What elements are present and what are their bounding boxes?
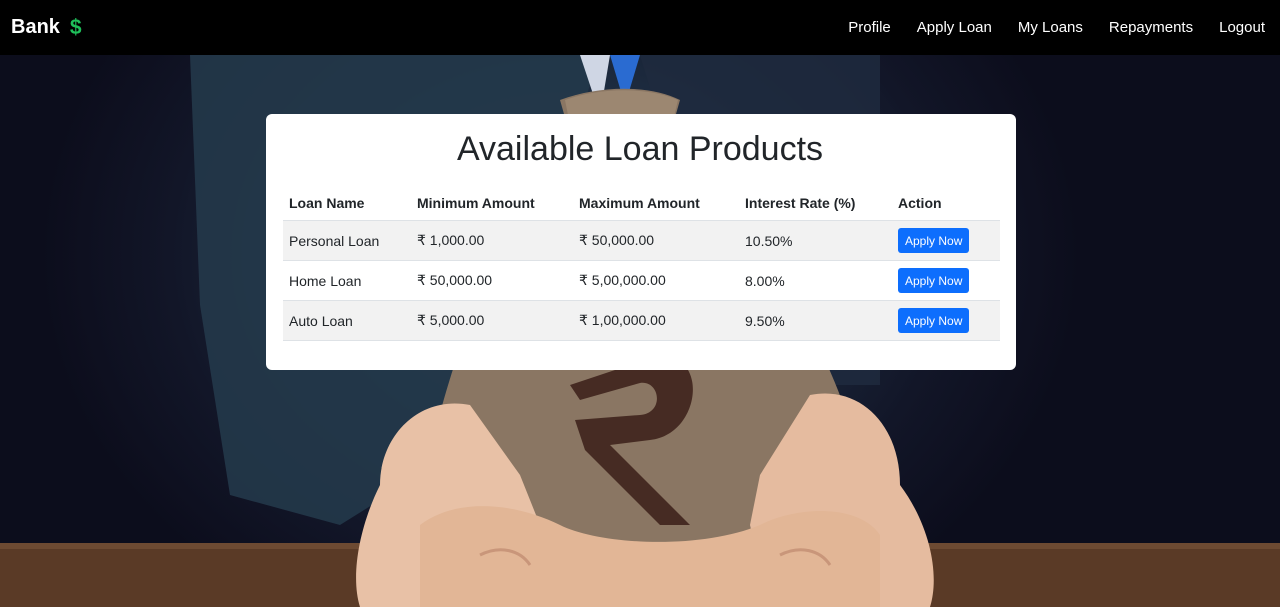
action-cell: Apply Now bbox=[892, 300, 1000, 341]
nav-link-logout[interactable]: Logout bbox=[1219, 19, 1265, 36]
maximum-amount-cell: ₹ 1,00,000.00 bbox=[573, 300, 739, 341]
action-cell: Apply Now bbox=[892, 220, 1000, 261]
loan-name-cell: Auto Loan bbox=[283, 300, 411, 341]
minimum-amount-cell: ₹ 50,000.00 bbox=[411, 260, 573, 301]
header-loan-name: Loan Name bbox=[283, 186, 411, 221]
minimum-amount-cell: ₹ 5,000.00 bbox=[411, 300, 573, 341]
header-minimum-amount: Minimum Amount bbox=[411, 186, 573, 221]
brand-name: Bank bbox=[11, 16, 60, 38]
table-row: Personal Loan ₹ 1,000.00 ₹ 50,000.00 10.… bbox=[283, 220, 1000, 261]
dollar-icon: $ bbox=[69, 15, 82, 39]
nav-link-apply-loan[interactable]: Apply Loan bbox=[917, 19, 992, 36]
interest-rate-cell: 8.00% bbox=[739, 260, 892, 301]
table-row: Home Loan ₹ 50,000.00 ₹ 5,00,000.00 8.00… bbox=[283, 260, 1000, 301]
page-title: Available Loan Products bbox=[456, 130, 824, 168]
apply-now-button-personal-loan[interactable]: Apply Now bbox=[898, 228, 970, 253]
top-navbar: Bank $ Profile Apply Loan My Loans Repay… bbox=[0, 0, 1280, 55]
apply-now-button-home-loan[interactable]: Apply Now bbox=[898, 268, 970, 293]
nav-link-my-loans[interactable]: My Loans bbox=[1018, 19, 1083, 36]
interest-rate-cell: 10.50% bbox=[739, 220, 892, 261]
action-cell: Apply Now bbox=[892, 260, 1000, 301]
loan-name-cell: Personal Loan bbox=[283, 220, 411, 261]
apply-now-button-auto-loan[interactable]: Apply Now bbox=[898, 308, 970, 333]
nav-link-repayments[interactable]: Repayments bbox=[1109, 19, 1193, 36]
header-interest-rate: Interest Rate (%) bbox=[739, 186, 892, 221]
maximum-amount-cell: ₹ 50,000.00 bbox=[573, 220, 739, 261]
loan-products-table: Loan Name Minimum Amount Maximum Amount … bbox=[283, 186, 1000, 341]
header-action: Action bbox=[892, 186, 1000, 221]
table-row: Auto Loan ₹ 5,000.00 ₹ 1,00,000.00 9.50%… bbox=[283, 300, 1000, 341]
interest-rate-cell: 9.50% bbox=[739, 300, 892, 341]
brand-logo[interactable]: Bank $ bbox=[11, 0, 82, 55]
minimum-amount-cell: ₹ 1,000.00 bbox=[411, 220, 573, 261]
nav-link-profile[interactable]: Profile bbox=[848, 19, 891, 36]
nav-links: Profile Apply Loan My Loans Repayments L… bbox=[822, 0, 1265, 55]
table-header-row: Loan Name Minimum Amount Maximum Amount … bbox=[283, 186, 1000, 221]
loan-name-cell: Home Loan bbox=[283, 260, 411, 301]
maximum-amount-cell: ₹ 5,00,000.00 bbox=[573, 260, 739, 301]
header-maximum-amount: Maximum Amount bbox=[573, 186, 739, 221]
